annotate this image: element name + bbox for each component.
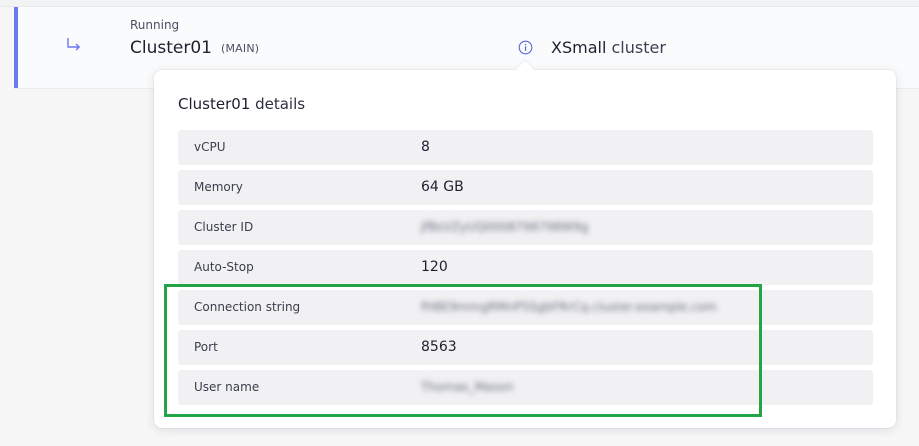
detail-row-memory: Memory 64 GB — [178, 170, 873, 205]
detail-label: Connection string — [194, 300, 301, 314]
cluster-accent-bar — [14, 7, 18, 88]
detail-row-port: Port 8563 — [178, 330, 873, 365]
detail-row-user-name: User name Thomas_Mason — [178, 370, 873, 405]
cluster-name[interactable]: Cluster01 — [130, 38, 212, 58]
cluster-status: Running — [130, 18, 180, 32]
cluster-tag: (MAIN) — [221, 42, 260, 55]
detail-label: vCPU — [194, 140, 226, 154]
detail-label: Auto-Stop — [194, 260, 254, 274]
detail-value-blurred: fH8E9mmgRMnP5SgbFRrCq.cluster.example.co… — [421, 300, 717, 314]
popover-title: Cluster01 details — [178, 95, 305, 113]
detail-label: Memory — [194, 180, 243, 194]
popover-title-rest: details — [250, 95, 306, 113]
info-icon[interactable] — [518, 40, 533, 55]
cluster-size-strong: XSmall — [551, 38, 607, 57]
branch-arrow-icon — [67, 38, 81, 51]
detail-row-auto-stop: Auto-Stop 120 — [178, 250, 873, 285]
top-strip — [0, 0, 919, 7]
popover-title-name: Cluster01 — [178, 95, 251, 113]
detail-value: 8 — [421, 139, 430, 155]
cluster-size-rest: cluster — [606, 38, 666, 57]
detail-row-cluster-id: Cluster ID JfBsVZyUQ0008798798W9g — [178, 210, 873, 245]
detail-label: Cluster ID — [194, 220, 254, 234]
cluster-details-popover: Cluster01 details vCPU 8 Memory 64 GB Cl… — [154, 60, 896, 428]
detail-label: Port — [194, 340, 218, 354]
detail-value: 120 — [421, 259, 448, 275]
detail-value: 8563 — [421, 339, 457, 355]
cluster-size: XSmall cluster — [551, 38, 666, 57]
details-table: vCPU 8 Memory 64 GB Cluster ID JfBsVZyUQ… — [178, 130, 873, 410]
detail-value-blurred: Thomas_Mason — [421, 380, 514, 394]
detail-label: User name — [194, 380, 260, 394]
detail-row-connection-string: Connection string fH8E9mmgRMnP5SgbFRrCq.… — [178, 290, 873, 325]
detail-value: 64 GB — [421, 179, 464, 195]
detail-row-vcpu: vCPU 8 — [178, 130, 873, 165]
detail-value-blurred: JfBsVZyUQ0008798798W9g — [421, 220, 589, 234]
